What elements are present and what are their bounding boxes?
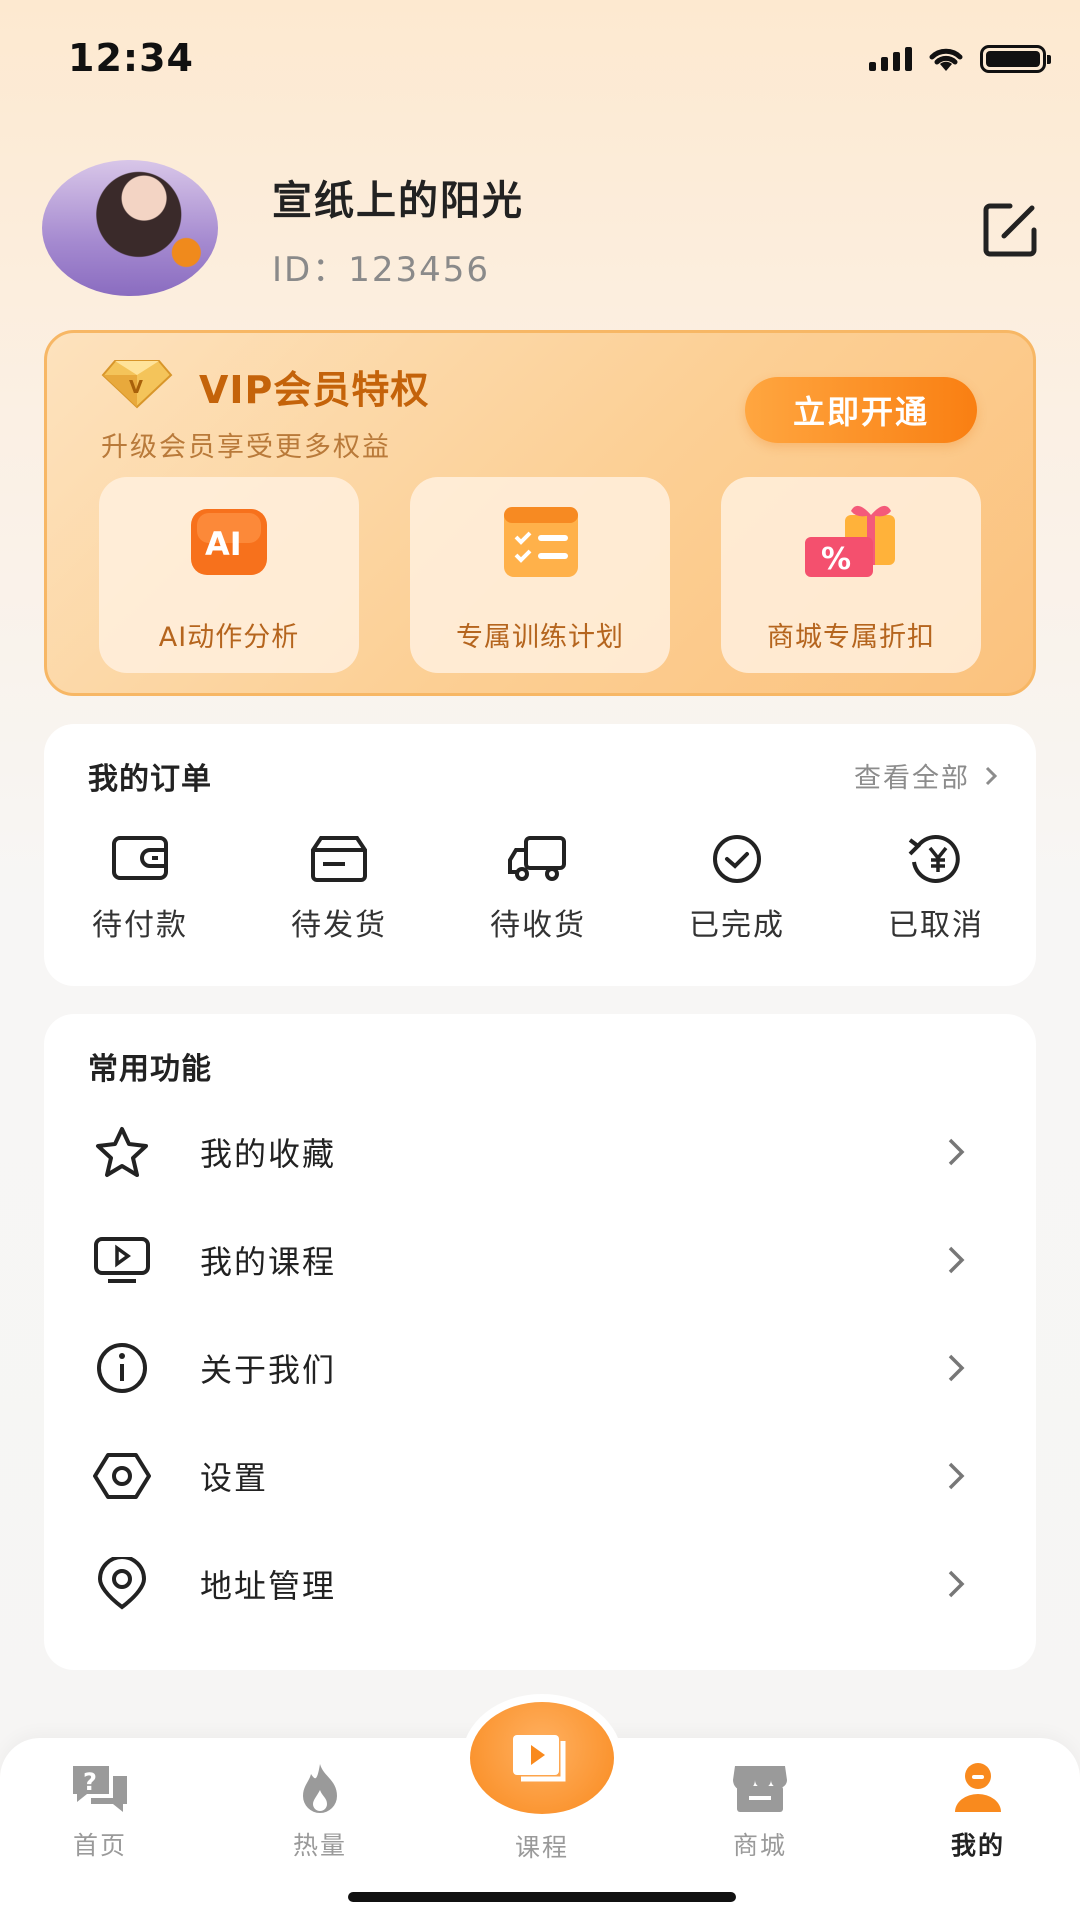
chevron-right-icon: [948, 1354, 965, 1382]
svg-text:?: ?: [83, 1768, 97, 1796]
order-label: 待付款: [92, 908, 188, 943]
view-all-orders-link[interactable]: 查看全部: [854, 756, 998, 795]
benefit-training-plan[interactable]: 专属训练计划: [410, 477, 670, 673]
view-all-label: 查看全部: [854, 763, 970, 794]
vip-benefits: AI AI动作分析 专属训练计划 % 商城专属折扣: [99, 477, 981, 673]
vip-subtitle: 升级会员享受更多权益: [101, 432, 391, 463]
nav-store[interactable]: 商城: [700, 1760, 820, 1862]
feature-label: 我的收藏: [200, 1135, 337, 1173]
nav-course-button[interactable]: [470, 1702, 614, 1814]
user-id: ID：123456: [272, 250, 490, 290]
feature-list: 我的收藏 我的课程 关于我们 设置 地址管理: [44, 1098, 1036, 1638]
username: 宣纸上的阳光: [272, 178, 524, 224]
star-icon: [96, 1127, 148, 1177]
profile-header: 宣纸上的阳光 ID：123456: [42, 160, 1042, 300]
diamond-icon: V: [101, 360, 173, 409]
signal-icon: [869, 47, 912, 71]
status-bar: 12:34: [0, 0, 1080, 120]
refund-yen-icon: [908, 835, 960, 883]
order-pending-shipment[interactable]: 待发货: [269, 832, 409, 944]
info-icon: [97, 1343, 147, 1393]
vip-card[interactable]: V VIP会员特权 升级会员享受更多权益 立即开通 AI AI动作分析 专属训练…: [44, 330, 1036, 696]
svg-text:%: %: [821, 542, 851, 577]
location-pin-icon: [97, 1557, 147, 1610]
benefit-label: 商城专属折扣: [767, 622, 935, 653]
feature-label: 关于我们: [200, 1351, 337, 1389]
nav-course-label: 课程: [514, 1833, 569, 1862]
order-cancelled[interactable]: 已取消: [866, 832, 1006, 944]
features-card: 常用功能 我的收藏 我的课程 关于我们 设置 地址管理: [44, 1014, 1036, 1670]
order-label: 待发货: [291, 908, 387, 943]
wifi-icon: [929, 48, 963, 71]
ai-icon: AI: [191, 509, 267, 575]
order-pending-payment[interactable]: 待付款: [70, 832, 210, 944]
course-play-icon: [513, 1735, 566, 1782]
store-icon: [733, 1766, 787, 1812]
benefit-ai-analysis[interactable]: AI AI动作分析: [99, 477, 359, 673]
benefit-label: AI动作分析: [158, 622, 300, 653]
nav-home[interactable]: ? 首页: [40, 1760, 160, 1862]
check-circle-icon: [713, 835, 761, 883]
feature-favorites[interactable]: 我的收藏: [44, 1098, 1036, 1206]
status-icons: [869, 44, 1051, 74]
battery-icon: [980, 45, 1051, 73]
vip-open-button[interactable]: 立即开通: [745, 377, 977, 443]
order-label: 已取消: [888, 908, 984, 943]
feature-address-management[interactable]: 地址管理: [44, 1530, 1036, 1638]
status-time: 12:34: [68, 36, 194, 80]
order-label: 已完成: [689, 908, 785, 943]
edit-profile-icon[interactable]: [980, 198, 1042, 260]
feature-about-us[interactable]: 关于我们: [44, 1314, 1036, 1422]
svg-text:V: V: [129, 377, 143, 398]
feature-my-courses[interactable]: 我的课程: [44, 1206, 1036, 1314]
benefit-label: 专属训练计划: [456, 622, 624, 653]
vip-title: VIP会员特权: [199, 368, 430, 412]
user-icon: [955, 1763, 1001, 1812]
nav-label: 商城: [732, 1831, 787, 1860]
feature-label: 我的课程: [200, 1243, 337, 1281]
card-icon: [311, 836, 367, 882]
settings-hex-icon: [93, 1453, 151, 1499]
nav-mine[interactable]: 我的: [918, 1760, 1038, 1862]
orders-card: 我的订单 查看全部 待付款 待发货 待收货 已完成 已取消: [44, 724, 1036, 986]
chevron-right-icon: [948, 1246, 965, 1274]
chevron-right-icon: [985, 766, 998, 785]
truck-icon: [508, 836, 566, 881]
nav-label: 热量: [292, 1831, 347, 1860]
orders-row: 待付款 待发货 待收货 已完成 已取消: [44, 832, 1036, 944]
svg-text:AI: AI: [205, 525, 242, 563]
chevron-right-icon: [948, 1462, 965, 1490]
nav-label: 我的: [950, 1831, 1005, 1860]
nav-label: 首页: [72, 1831, 127, 1860]
order-completed[interactable]: 已完成: [667, 832, 807, 944]
flame-icon: [303, 1764, 337, 1813]
chevron-right-icon: [948, 1138, 965, 1166]
features-title: 常用功能: [88, 1052, 212, 1087]
orders-title: 我的订单: [88, 762, 212, 797]
order-pending-receipt[interactable]: 待收货: [468, 832, 608, 944]
discount-gift-icon: %: [805, 505, 895, 577]
feature-label: 地址管理: [200, 1567, 337, 1605]
feature-settings[interactable]: 设置: [44, 1422, 1036, 1530]
video-screen-icon: [94, 1237, 150, 1283]
avatar[interactable]: [42, 160, 218, 296]
feature-label: 设置: [200, 1459, 269, 1497]
nav-calories[interactable]: 热量: [260, 1760, 380, 1862]
training-plan-icon: [504, 507, 578, 577]
wallet-icon: [112, 836, 168, 880]
home-indicator: [348, 1892, 736, 1902]
question-chat-icon: ?: [73, 1766, 127, 1812]
chevron-right-icon: [948, 1570, 965, 1598]
order-label: 待收货: [490, 908, 586, 943]
benefit-shop-discount[interactable]: % 商城专属折扣: [721, 477, 981, 673]
